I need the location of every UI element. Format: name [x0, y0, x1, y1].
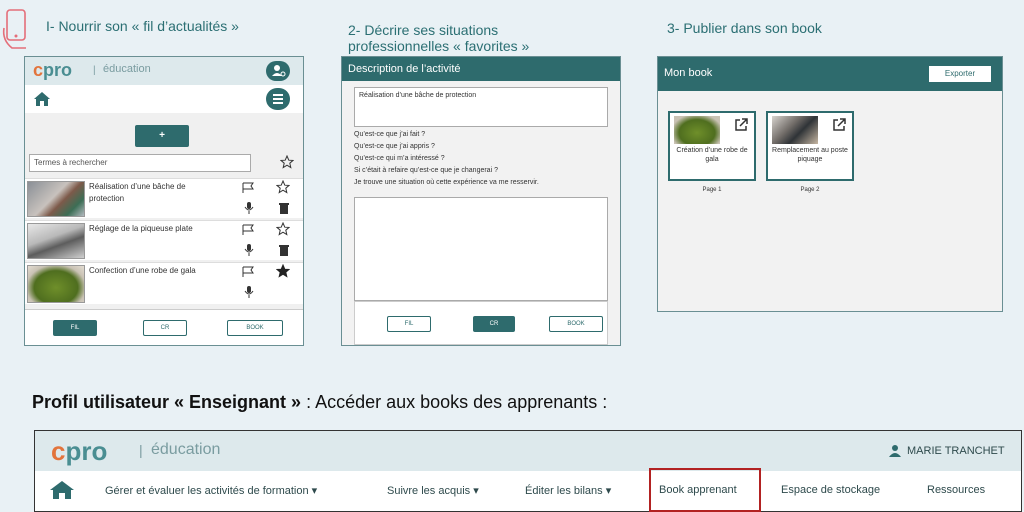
- phone-bottom-nav: FIL CR BOOK: [25, 309, 303, 345]
- favorite-filter-icon[interactable]: [279, 154, 295, 174]
- menu-icon[interactable]: [266, 88, 290, 110]
- book-title: Mon book: [664, 67, 713, 79]
- question-line: Qu’est-ce que j’ai appris ?: [354, 143, 435, 150]
- teacher-nav: Gérer et évaluer les activités de format…: [35, 468, 1021, 512]
- phone-logo-education: éducation: [103, 63, 151, 75]
- phone-toolbar: [25, 85, 303, 113]
- menu-item-storage[interactable]: Espace de stockage: [781, 484, 880, 496]
- book-card-page: Page 2: [800, 187, 820, 193]
- export-button[interactable]: Exporter: [929, 66, 991, 82]
- book-card-photo: [674, 116, 720, 144]
- trash-icon[interactable]: [278, 201, 290, 220]
- nav-cr-button[interactable]: CR: [143, 320, 187, 336]
- teacher-logo: cpro: [51, 436, 108, 466]
- book-panel: Mon book Exporter Création d’une robe de…: [657, 56, 1003, 312]
- book-card[interactable]: Remplacement au poste piquage: [766, 111, 854, 181]
- home-icon[interactable]: [49, 480, 75, 505]
- step-2-title-line1: 2- Décrire ses situations: [348, 22, 499, 38]
- external-link-icon[interactable]: [734, 118, 748, 137]
- teacher-header: cpro | éducation MARIE TRANCHET: [35, 431, 1021, 471]
- description-panel: Description de l’activité Réalisation d’…: [341, 56, 621, 346]
- question-line: Qu’est-ce qui m’a intéressé ?: [354, 155, 445, 162]
- phone-feed-panel: cpro | éducation + Termes à rechercher R…: [24, 56, 304, 346]
- nav-fil-button[interactable]: FIL: [53, 320, 97, 336]
- phone-hand-icon: [0, 6, 40, 52]
- step-1-title: I- Nourrir son « fil d’actualités »: [46, 18, 239, 34]
- book-card-photo: [772, 116, 818, 144]
- list-item[interactable]: Confection d’une robe de gala: [25, 262, 303, 304]
- list-item[interactable]: Réalisation d’une bâche de protection: [25, 178, 303, 218]
- phone-header: cpro | éducation: [25, 57, 303, 85]
- trash-icon[interactable]: [278, 243, 290, 262]
- phone-logo: cpro: [33, 60, 73, 80]
- search-input[interactable]: Termes à rechercher: [29, 154, 251, 172]
- list-item[interactable]: Réglage de la piqueuse plate: [25, 220, 303, 260]
- profile-heading: Profil utilisateur « Enseignant » : Accé…: [32, 392, 608, 412]
- description-textarea[interactable]: [354, 197, 608, 301]
- description-header: Description de l’activité: [342, 57, 620, 81]
- activity-photo: [27, 223, 85, 259]
- nav-book-button[interactable]: BOOK: [549, 316, 603, 332]
- user-settings-icon[interactable]: [266, 61, 290, 81]
- add-activity-button[interactable]: +: [135, 125, 189, 147]
- book-card[interactable]: Création d’une robe de gala: [668, 111, 756, 181]
- home-icon[interactable]: [33, 91, 51, 112]
- book-card-page: Page 1: [702, 187, 722, 193]
- flag-icon[interactable]: [241, 265, 255, 283]
- teacher-logo-education: éducation: [151, 441, 221, 458]
- activity-title-field[interactable]: Réalisation d’une bâche de protection: [354, 87, 608, 127]
- step-2-title-line2: professionnelles « favorites »: [348, 38, 530, 54]
- nav-fil-button[interactable]: FIL: [387, 316, 431, 332]
- menu-item-track-progress[interactable]: Suivre les acquis ▾: [387, 484, 479, 497]
- star-filled-icon[interactable]: [275, 263, 291, 283]
- teacher-app: cpro | éducation MARIE TRANCHET Gérer et…: [34, 430, 1022, 512]
- caret-down-icon: ▾: [311, 485, 318, 497]
- book-card-caption: Création d’une robe de gala: [676, 147, 748, 163]
- menu-item-resources[interactable]: Ressources: [927, 484, 985, 496]
- question-line: Je trouve une situation où cette expérie…: [354, 179, 539, 186]
- flag-icon[interactable]: [241, 181, 255, 199]
- caret-down-icon: ▾: [473, 485, 479, 497]
- reflection-questions: Qu’est-ce que j’ai fait ? Qu’est-ce que …: [354, 129, 614, 189]
- book-card-caption: Remplacement au poste piquage: [772, 147, 848, 163]
- user-icon: [889, 444, 901, 462]
- external-link-icon[interactable]: [832, 118, 846, 137]
- activity-title: Réglage de la piqueuse plate: [89, 224, 193, 233]
- question-line: Si c’était à refaire qu’est-ce que je ch…: [354, 167, 498, 174]
- step-3-title: 3- Publier dans son book: [667, 20, 822, 36]
- activity-title: Confection d’une robe de gala: [89, 266, 196, 275]
- nav-cr-button[interactable]: CR: [473, 316, 515, 332]
- user-name[interactable]: MARIE TRANCHET: [907, 445, 1005, 457]
- nav-book-button[interactable]: BOOK: [227, 320, 283, 336]
- star-icon[interactable]: [275, 179, 291, 199]
- activity-photo: [27, 181, 85, 217]
- microphone-icon[interactable]: [244, 285, 254, 304]
- phone-logo-sep: |: [93, 65, 96, 76]
- menu-item-edit-reports[interactable]: Éditer les bilans ▾: [525, 484, 611, 497]
- menu-item-manage-activities[interactable]: Gérer et évaluer les activités de format…: [105, 484, 317, 497]
- microphone-icon[interactable]: [244, 201, 254, 220]
- activity-photo: [27, 265, 85, 303]
- microphone-icon[interactable]: [244, 243, 254, 262]
- book-header: Mon book Exporter: [658, 57, 1002, 91]
- star-icon[interactable]: [275, 221, 291, 241]
- teacher-logo-sep: |: [139, 442, 143, 458]
- activity-title: Réalisation d’une bâche de protection: [89, 182, 186, 203]
- caret-down-icon: ▾: [605, 485, 612, 497]
- desc-bottom-nav: FIL CR BOOK: [354, 301, 608, 345]
- flag-icon[interactable]: [241, 223, 255, 241]
- question-line: Qu’est-ce que j’ai fait ?: [354, 131, 426, 138]
- menu-item-book-apprenant[interactable]: Book apprenant: [659, 484, 737, 496]
